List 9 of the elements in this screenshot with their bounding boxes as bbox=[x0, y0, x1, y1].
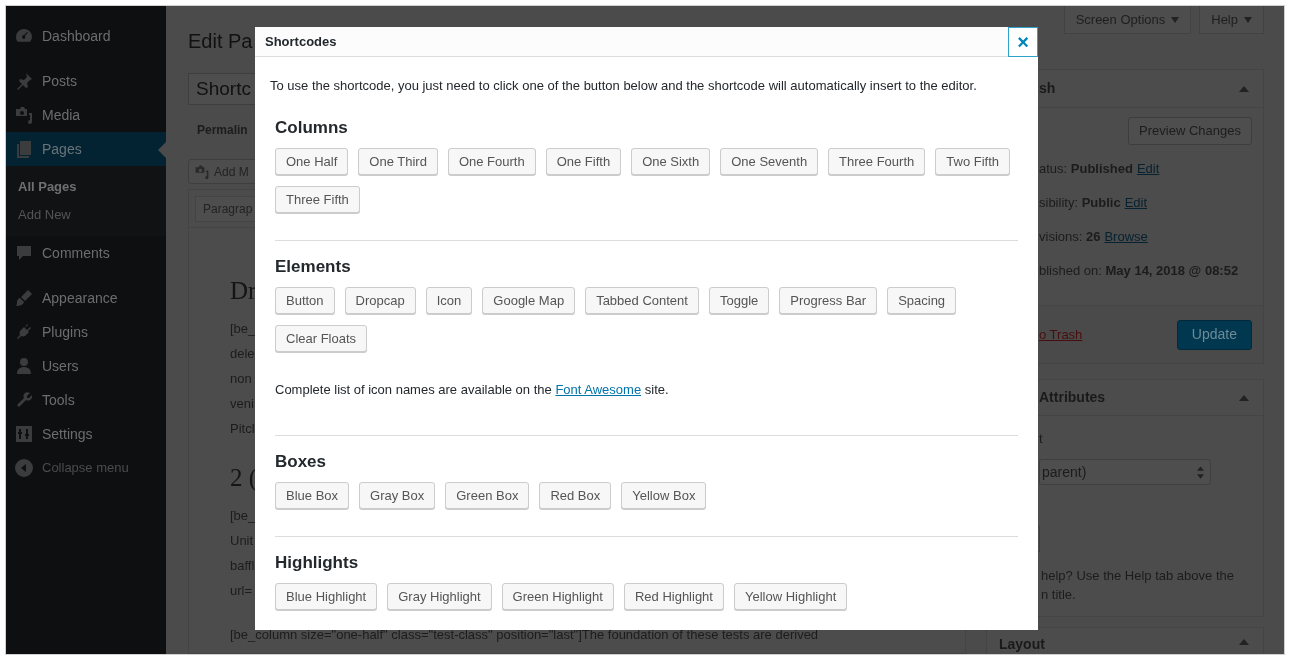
section-heading: Boxes bbox=[275, 451, 328, 473]
dialog-title: Shortcodes bbox=[264, 32, 337, 51]
page-heading: Edit Pa bbox=[188, 29, 253, 54]
note-text: Complete list of icon names are available on the Font Awesome site. bbox=[275, 381, 670, 399]
section-heading: Columns bbox=[275, 117, 349, 139]
content-heading: Dr bbox=[230, 276, 257, 306]
intro-text: To use the shortcode, you just need to click one of the button below and the shortcode will automatically insert to the editor. bbox=[270, 77, 978, 95]
section-heading: Elements bbox=[275, 256, 352, 278]
section-heading: Highlights bbox=[275, 552, 360, 574]
